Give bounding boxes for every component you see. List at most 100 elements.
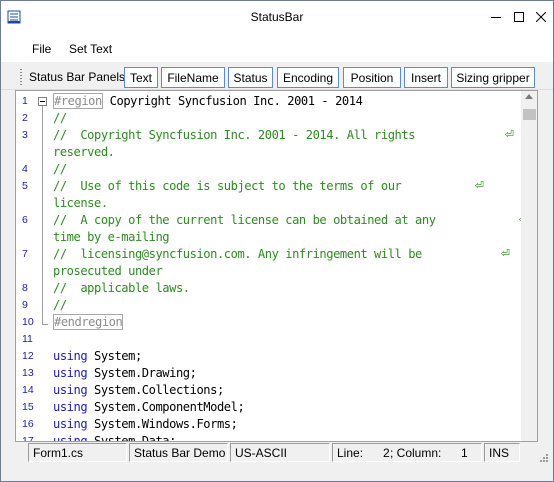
comment-text: reserved. <box>53 145 115 159</box>
status-panel-encoding: US-ASCII <box>230 443 330 462</box>
comment-text: // Copyright Syncfusion Inc. 2001 - 2014… <box>53 128 416 142</box>
window-bottom-border <box>1 463 553 481</box>
comment-text: // <box>53 162 67 176</box>
code-line: 10 #endregion <box>16 314 522 331</box>
vertical-scrollbar[interactable] <box>521 91 537 441</box>
comment-text: time by e-mailing <box>53 230 170 244</box>
line-number: 15 <box>22 401 34 413</box>
maximize-button[interactable] <box>508 7 530 27</box>
code-line: 14 using System.Collections; <box>16 382 522 399</box>
code-line: 17 using System.Data; <box>16 433 522 442</box>
keyword: using <box>53 400 88 414</box>
menu-bar: File Set Text <box>1 34 553 62</box>
menu-set-text[interactable]: Set Text <box>69 42 112 56</box>
sizing-gripper-toggle-button[interactable]: Sizing gripper <box>451 67 535 88</box>
toolbar-label: Status Bar Panels: <box>29 70 129 84</box>
code-line: 6 // A copy of the current license can b… <box>16 212 528 229</box>
status-panel-insert: INS <box>484 443 520 462</box>
sizing-gripper-icon[interactable] <box>535 449 549 463</box>
minimize-button[interactable] <box>485 7 507 27</box>
code-line: 8 // applicable laws. <box>16 280 522 297</box>
word-wrap-icon: ⏎ <box>504 129 514 141</box>
toolbar: Status Bar Panels: Text FileName Status … <box>1 62 553 90</box>
main-window: StatusBar File Set Text Status Bar Panel… <box>0 0 554 482</box>
insert-panel-toggle-button[interactable]: Insert <box>404 67 448 88</box>
keyword: using <box>53 366 88 380</box>
code-text: System; <box>87 349 142 363</box>
endregion-directive: #endregion <box>53 314 124 330</box>
code-line: 16 using System.Windows.Forms; <box>16 416 522 433</box>
code-text: System.Windows.Forms; <box>87 417 238 431</box>
line-number: 17 <box>22 435 34 442</box>
line-number: 10 <box>22 316 34 328</box>
scrollbar-thumb[interactable] <box>523 109 536 120</box>
column-value: 1 <box>461 446 468 460</box>
code-line: 2 // <box>16 110 522 127</box>
code-line-wrapped: prosecuted under <box>16 263 522 280</box>
line-number: 8 <box>22 282 28 294</box>
code-line-wrapped: time by e-mailing <box>16 229 522 246</box>
keyword: using <box>53 434 88 442</box>
position-panel-toggle-button[interactable]: Position <box>343 67 401 88</box>
line-number: 14 <box>22 384 34 396</box>
text-panel-toggle-button[interactable]: Text <box>124 67 158 88</box>
code-text: System.Collections; <box>87 383 224 397</box>
status-panel-toggle-button[interactable]: Status <box>228 67 273 88</box>
comment-text: license. <box>53 196 108 210</box>
word-wrap-icon: ⏎ <box>500 248 510 260</box>
code-line: 5 // Use of this code is subject to the … <box>16 178 522 195</box>
encoding-panel-toggle-button[interactable]: Encoding <box>277 67 339 88</box>
code-text: System.ComponentModel; <box>87 400 245 414</box>
code-line: 4 // <box>16 161 522 178</box>
scroll-up-arrow-icon[interactable] <box>525 94 533 99</box>
status-panel-position: Line: 2 ; Column: 1 <box>332 443 482 462</box>
line-number: 9 <box>22 299 28 311</box>
line-number: 3 <box>22 129 28 141</box>
line-number: 13 <box>22 367 34 379</box>
comment-text: // A copy of the current license can be … <box>53 213 436 227</box>
comment-text: // <box>53 298 67 312</box>
code-text: System.Data; <box>87 434 176 442</box>
filename-panel-toggle-button[interactable]: FileName <box>161 67 225 88</box>
toolbar-grip[interactable] <box>20 69 22 85</box>
line-number: 6 <box>22 214 28 226</box>
comment-text: // applicable laws. <box>53 281 190 295</box>
line-label: Line: <box>337 446 364 460</box>
menu-file[interactable]: File <box>32 42 51 56</box>
close-button[interactable] <box>530 7 552 27</box>
title-bar[interactable]: StatusBar <box>1 1 553 34</box>
comment-text: prosecuted under <box>53 264 163 278</box>
keyword: using <box>53 417 88 431</box>
line-number: 5 <box>22 180 28 192</box>
code-line: 1 #region Copyright Syncfusion Inc. 2001… <box>16 93 522 110</box>
close-icon <box>536 12 546 22</box>
code-line: 9 // <box>16 297 522 314</box>
keyword: using <box>53 383 88 397</box>
column-label: ; Column: <box>390 446 442 460</box>
comment-text: // Use of this code is subject to the te… <box>53 179 402 193</box>
region-directive: #region <box>53 93 103 109</box>
maximize-icon <box>514 12 524 22</box>
window-title: StatusBar <box>250 10 304 24</box>
code-line-wrapped: license. <box>16 195 522 212</box>
code-text: System.Drawing; <box>87 366 197 380</box>
status-bar: Form1.cs Status Bar Demo US-ASCII Line: … <box>1 442 553 463</box>
keyword: using <box>53 349 88 363</box>
code-editor[interactable]: 1 #region Copyright Syncfusion Inc. 2001… <box>15 90 538 442</box>
code-line: 11 <box>16 331 522 348</box>
status-panel-text: Form1.cs <box>28 443 127 462</box>
minimize-icon <box>491 17 501 18</box>
status-panel-status: Status Bar Demo <box>129 443 228 462</box>
code-line: 7 // licensing@syncfusion.com. Any infri… <box>16 246 522 263</box>
code-line: 13 using System.Drawing; <box>16 365 522 382</box>
code-line: 12 using System; <box>16 348 522 365</box>
code-line-wrapped: reserved. <box>16 144 522 161</box>
line-number: 1 <box>22 95 28 107</box>
code-line: 15 using System.ComponentModel; <box>16 399 522 416</box>
comment-text: // licensing@syncfusion.com. Any infring… <box>53 247 422 261</box>
line-number: 12 <box>22 350 34 362</box>
region-name: Copyright Syncfusion Inc. 2001 - 2014 <box>102 94 363 108</box>
fold-toggle-minus-icon[interactable] <box>38 97 47 106</box>
word-wrap-icon: ⏎ <box>474 180 484 192</box>
line-number: 16 <box>22 418 34 430</box>
